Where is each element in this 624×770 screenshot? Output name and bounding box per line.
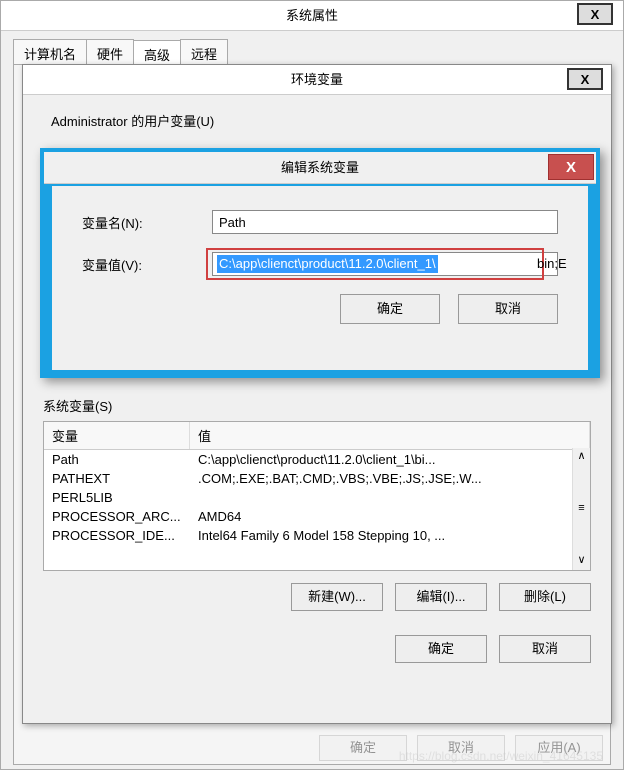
cell-var-name: PROCESSOR_IDE... — [44, 528, 190, 543]
tab-advanced[interactable]: 高级 — [133, 40, 181, 65]
scroll-mid-icon: ≡ — [573, 500, 590, 518]
watermark-text: https://blog.csdn.net/weixin_41645135 — [399, 749, 603, 763]
system-variables-group: 系统变量(S) 变量 值 Path C:\app\clienct\product… — [43, 396, 591, 571]
cell-var-value: .COM;.EXE;.BAT;.CMD;.VBS;.VBE;.JS;.JSE;.… — [190, 471, 590, 486]
tab-remote[interactable]: 远程 — [180, 39, 228, 64]
cell-var-value: Intel64 Family 6 Model 158 Stepping 10, … — [190, 528, 590, 543]
vertical-scrollbar[interactable]: ∧ ≡ ∨ — [572, 448, 590, 570]
env-close-button[interactable]: X — [567, 68, 603, 90]
table-row[interactable]: PROCESSOR_ARC... AMD64 — [44, 507, 590, 526]
table-row[interactable]: Path C:\app\clienct\product\11.2.0\clien… — [44, 450, 590, 469]
sys-ok-button[interactable]: 确定 — [319, 735, 407, 761]
variable-name-field: 变量名(N): — [82, 210, 558, 234]
new-system-var-button[interactable]: 新建(W)... — [291, 583, 383, 611]
system-properties-title: 系统属性 — [286, 8, 338, 23]
system-properties-tabs: 计算机名 硬件 高级 远程 — [13, 39, 611, 65]
scroll-up-icon[interactable]: ∧ — [573, 448, 590, 466]
cell-var-name: PATHEXT — [44, 471, 190, 486]
edit-ok-button[interactable]: 确定 — [340, 294, 440, 324]
cell-var-name: PERL5LIB — [44, 490, 190, 505]
table-header: 变量 值 — [44, 422, 590, 450]
variable-name-label: 变量名(N): — [82, 213, 212, 232]
delete-system-var-button[interactable]: 删除(L) — [499, 583, 591, 611]
system-variables-table[interactable]: 变量 值 Path C:\app\clienct\product\11.2.0\… — [43, 421, 591, 571]
edit-title: 编辑系统变量 — [281, 160, 359, 175]
edit-system-var-button[interactable]: 编辑(I)... — [395, 583, 487, 611]
variable-value-field: 变量值(V): C:\app\clienct\product\11.2.0\cl… — [82, 252, 558, 276]
table-row[interactable]: PROCESSOR_IDE... Intel64 Family 6 Model … — [44, 526, 590, 545]
tab-computer-name[interactable]: 计算机名 — [13, 39, 87, 64]
tab-hardware[interactable]: 硬件 — [86, 39, 134, 64]
cell-var-value — [190, 490, 590, 505]
env-bottom-buttons: 确定 取消 — [23, 635, 591, 663]
variable-name-input[interactable] — [212, 210, 558, 234]
table-row[interactable]: PERL5LIB — [44, 488, 590, 507]
edit-body: 变量名(N): 变量值(V): C:\app\clienct\product\1… — [44, 186, 596, 378]
env-title: 环境变量 — [291, 72, 343, 87]
cell-var-name: Path — [44, 452, 190, 467]
table-rows: Path C:\app\clienct\product\11.2.0\clien… — [44, 450, 590, 545]
edit-close-button[interactable]: X — [548, 154, 594, 180]
edit-cancel-button[interactable]: 取消 — [458, 294, 558, 324]
system-variables-buttons: 新建(W)... 编辑(I)... 删除(L) — [23, 583, 591, 611]
cell-var-value: AMD64 — [190, 509, 590, 524]
column-variable[interactable]: 变量 — [44, 422, 190, 449]
env-cancel-button[interactable]: 取消 — [499, 635, 591, 663]
system-properties-titlebar: 系统属性 X — [1, 1, 623, 31]
scroll-down-icon[interactable]: ∨ — [573, 552, 590, 570]
variable-value-label: 变量值(V): — [82, 255, 212, 274]
user-variables-group-label: Administrator 的用户变量(U) — [51, 111, 611, 130]
cell-var-value: C:\app\clienct\product\11.2.0\client_1\b… — [190, 452, 590, 467]
edit-system-variable-window: 编辑系统变量 X 变量名(N): 变量值(V): C:\app\clienct\… — [40, 148, 600, 378]
table-row[interactable]: PATHEXT .COM;.EXE;.BAT;.CMD;.VBS;.VBE;.J… — [44, 469, 590, 488]
system-variables-label: 系统变量(S) — [43, 396, 591, 415]
env-ok-button[interactable]: 确定 — [395, 635, 487, 663]
edit-titlebar: 编辑系统变量 X — [44, 152, 596, 184]
edit-buttons: 确定 取消 — [82, 294, 558, 324]
cell-var-name: PROCESSOR_ARC... — [44, 509, 190, 524]
column-value[interactable]: 值 — [190, 422, 590, 449]
env-titlebar: 环境变量 X — [23, 65, 611, 95]
system-properties-close-button[interactable]: X — [577, 3, 613, 25]
variable-value-input[interactable] — [212, 252, 558, 276]
